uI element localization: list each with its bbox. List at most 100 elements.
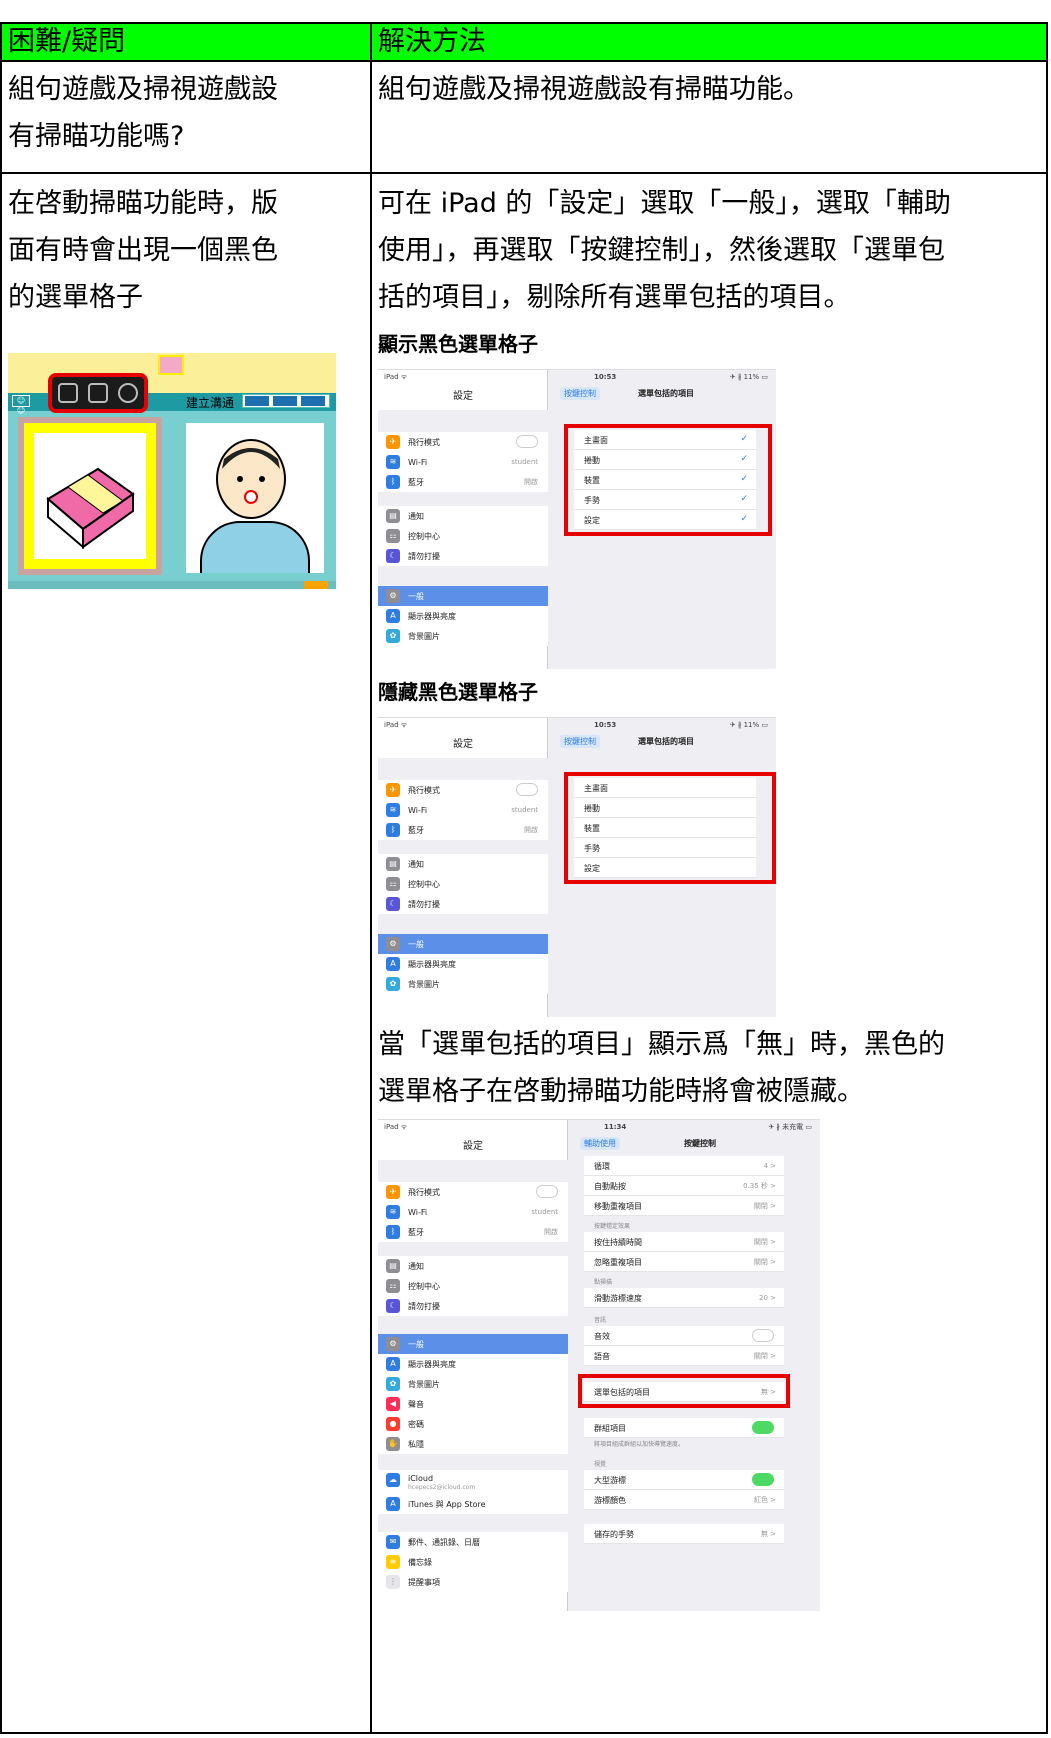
- detail-title: 選單包括的項目: [638, 737, 694, 746]
- settings-title: 設定: [453, 739, 473, 750]
- row-label: 大型游標: [594, 1476, 626, 1485]
- notifications-icon: ▤: [386, 857, 400, 871]
- settings-title: 設定: [453, 391, 473, 402]
- sidebar-label: 通知: [408, 512, 424, 521]
- wallpaper-icon: ✿: [386, 629, 400, 643]
- row-label: 游標顏色: [594, 1496, 626, 1505]
- sidebar-label: 通知: [408, 860, 424, 869]
- battery: ✈ ∦ 未充電 ▭: [768, 1123, 812, 1131]
- answer-line: 括的項目」，剔除所有選單包括的項目。: [378, 282, 851, 313]
- settings-row: 自動點按 0.35 秒 >: [584, 1176, 784, 1196]
- clock: 11:34: [604, 1123, 627, 1131]
- settings-row: 游標顏色 紅色 >: [584, 1490, 784, 1510]
- moon-icon: ☾: [386, 897, 400, 911]
- sound-icon: ◀: [386, 1397, 400, 1411]
- airplane-icon: ✈: [386, 783, 400, 797]
- row-value: 關閉 >: [753, 1352, 776, 1360]
- battery: ✈ ∦ 11% ▭: [729, 721, 768, 729]
- sidebar-label: 顯示器與亮度: [408, 612, 456, 621]
- sidebar-label: Wi-Fi: [408, 806, 428, 815]
- settings-row: 語音 關閉 >: [584, 1346, 784, 1366]
- sidebar-value: 開啟: [524, 826, 538, 834]
- heading-show-menu: 顯示黑色選單格子: [378, 332, 538, 356]
- sidebar-label: 顯示器與亮度: [408, 960, 456, 969]
- sidebar-label: 飛行模式: [408, 1188, 440, 1197]
- lock-icon: ●: [386, 1417, 400, 1431]
- wallpaper-icon: ✿: [386, 977, 400, 991]
- sidebar-label: 控制中心: [408, 1282, 440, 1291]
- question-line: 在啓動掃瞄功能時，版: [8, 188, 278, 219]
- sidebar-label: 請勿打擾: [408, 552, 440, 561]
- clock: 10:53: [594, 373, 617, 381]
- sidebar-label: 一般: [408, 592, 424, 601]
- notifications-icon: ▤: [386, 1259, 400, 1273]
- sidebar-label: 聲音: [408, 1400, 424, 1409]
- gear-icon: ⚙: [386, 937, 400, 951]
- control-center-icon: ⚏: [386, 877, 400, 891]
- back-button: 按鍵控制: [560, 735, 600, 748]
- table-header-row: 困難/疑問 解決方法: [0, 22, 1048, 62]
- settings-icon: [118, 383, 138, 403]
- sidebar-label: iTunes 與 App Store: [408, 1500, 486, 1509]
- mail-icon: ✉: [386, 1535, 400, 1549]
- sidebar-label: iCloud: [408, 1474, 434, 1483]
- status-bar: iPad ᯤ 10:53 ✈ ∦ 11% ▭: [378, 718, 776, 730]
- eraser-thumb-icon: [158, 355, 184, 375]
- row-value: 紅色 >: [753, 1496, 776, 1504]
- sidebar-label: 背景圖片: [408, 632, 440, 641]
- sidebar-label: 提醒事項: [408, 1578, 440, 1587]
- notifications-icon: ▤: [386, 509, 400, 523]
- heading-hide-menu: 隱藏黑色選單格子: [378, 680, 538, 704]
- sidebar-value: student: [511, 458, 538, 466]
- sidebar-value: 開啟: [524, 478, 538, 486]
- highlight-box: [578, 1374, 790, 1408]
- sidebar-value: student: [531, 1208, 558, 1216]
- back-button: 輔助使用: [580, 1137, 620, 1150]
- airplane-toggle: [516, 435, 538, 448]
- sidebar-label: 顯示器與亮度: [408, 1360, 456, 1369]
- section-label: 按鍵穩定效果: [594, 1223, 631, 1230]
- settings-row: 大型游標: [584, 1470, 784, 1490]
- row-label: 忽略重複項目: [594, 1258, 642, 1267]
- sidebar-label: 通知: [408, 1262, 424, 1271]
- prev-icon: [245, 396, 269, 406]
- row-value: 0.35 秒 >: [743, 1182, 776, 1190]
- reminders-icon: ⋮: [386, 1575, 400, 1589]
- settings-row: 音效: [584, 1326, 784, 1346]
- boy-blowing-card: [186, 423, 324, 573]
- settings-row: 群組項目: [584, 1418, 784, 1438]
- sidebar-label: 請勿打擾: [408, 1302, 440, 1311]
- header-solution: 解決方法: [370, 22, 1048, 62]
- airplane-icon: ✈: [386, 1185, 400, 1199]
- sidebar-label: 背景圖片: [408, 980, 440, 989]
- moon-icon: ☾: [386, 1299, 400, 1313]
- control-center-icon: ⚏: [386, 529, 400, 543]
- answer-line: 可在 iPad 的「設定」選取「一般」，選取「輔助: [378, 188, 951, 219]
- bluetooth-icon: ᛒ: [386, 1225, 400, 1239]
- escape-icon: [58, 383, 78, 403]
- sidebar-label: 飛行模式: [408, 786, 440, 795]
- settings-tab: [304, 581, 328, 589]
- cursor-toggle: [752, 1473, 774, 1486]
- section-label: 點掃描: [594, 1279, 613, 1286]
- black-menu-box: Escape 選單 設定: [48, 373, 148, 431]
- sidebar-label: 控制中心: [408, 880, 440, 889]
- answer-cell: 組句遊戲及掃視遊戲設有掃瞄功能。: [370, 60, 1048, 174]
- table-row: 在啓動掃瞄功能時，版 面有時會出現一個黑色 的選單格子 ☺☺ Escape 選單…: [0, 172, 1048, 1734]
- moon-icon: ☾: [386, 549, 400, 563]
- settings-row: 循環 4 >: [584, 1156, 784, 1176]
- status-bar: iPad ᯤ 10:53 ✈ ∦ 11% ▭: [378, 370, 776, 382]
- sidebar-label: 藍牙: [408, 478, 424, 487]
- bluetooth-icon: ᛒ: [386, 475, 400, 489]
- next-icon: [301, 396, 325, 406]
- table-row: 組句遊戲及掃視遊戲設 有掃瞄功能嗎? 組句遊戲及掃視遊戲設有掃瞄功能。: [0, 60, 1048, 174]
- sidebar-label: 藍牙: [408, 826, 424, 835]
- game-title: 建立溝通: [186, 396, 235, 410]
- airplane-toggle: [536, 1185, 558, 1198]
- ipad-switch-control-screenshot: 設定 ✈ 飛行模式 ≋ Wi-Fi student ᛒ 藍牙 開啟 ▤ 通知 ⚏ 控制中心 ☾…: [378, 1119, 820, 1611]
- game-nav-buttons: [242, 394, 330, 408]
- wifi-icon: ≋: [386, 455, 400, 469]
- bluetooth-icon: ᛒ: [386, 823, 400, 837]
- sidebar-label: 藍牙: [408, 1228, 424, 1237]
- row-value: 4 >: [763, 1162, 776, 1170]
